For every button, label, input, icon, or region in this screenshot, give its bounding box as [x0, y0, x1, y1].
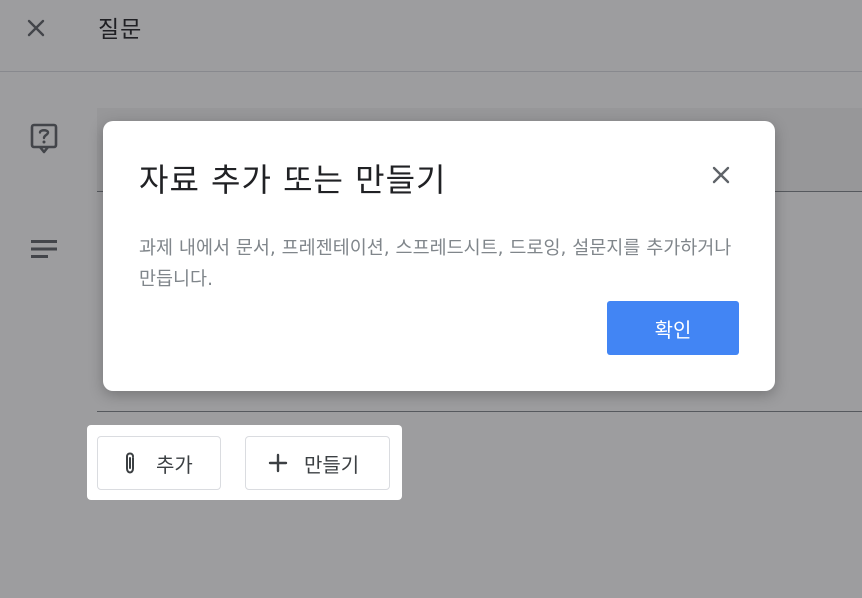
- page: 질문 추가 만들기 자료 추가 또는 만들기 과제 내에서 문서, 프레젠테이션…: [0, 0, 862, 598]
- create-button[interactable]: 만들기: [245, 436, 390, 490]
- dialog-body-text: 과제 내에서 문서, 프레젠테이션, 스프레드시트, 드로잉, 설문지를 추가하…: [139, 238, 732, 290]
- dialog-title: 자료 추가 또는 만들기: [139, 161, 447, 199]
- paperclip-icon: [118, 451, 142, 475]
- create-label: 만들기: [304, 452, 360, 477]
- dialog-close-button[interactable]: [701, 155, 741, 195]
- attachment-buttons-group: 추가 만들기: [87, 425, 402, 500]
- add-attachment-button[interactable]: 추가: [97, 436, 221, 490]
- confirm-button[interactable]: 확인: [607, 301, 739, 355]
- plus-icon: [266, 451, 290, 475]
- close-icon: [712, 166, 730, 184]
- add-or-create-dialog: 자료 추가 또는 만들기 과제 내에서 문서, 프레젠테이션, 스프레드시트, …: [103, 121, 775, 391]
- add-attachment-label: 추가: [156, 452, 193, 477]
